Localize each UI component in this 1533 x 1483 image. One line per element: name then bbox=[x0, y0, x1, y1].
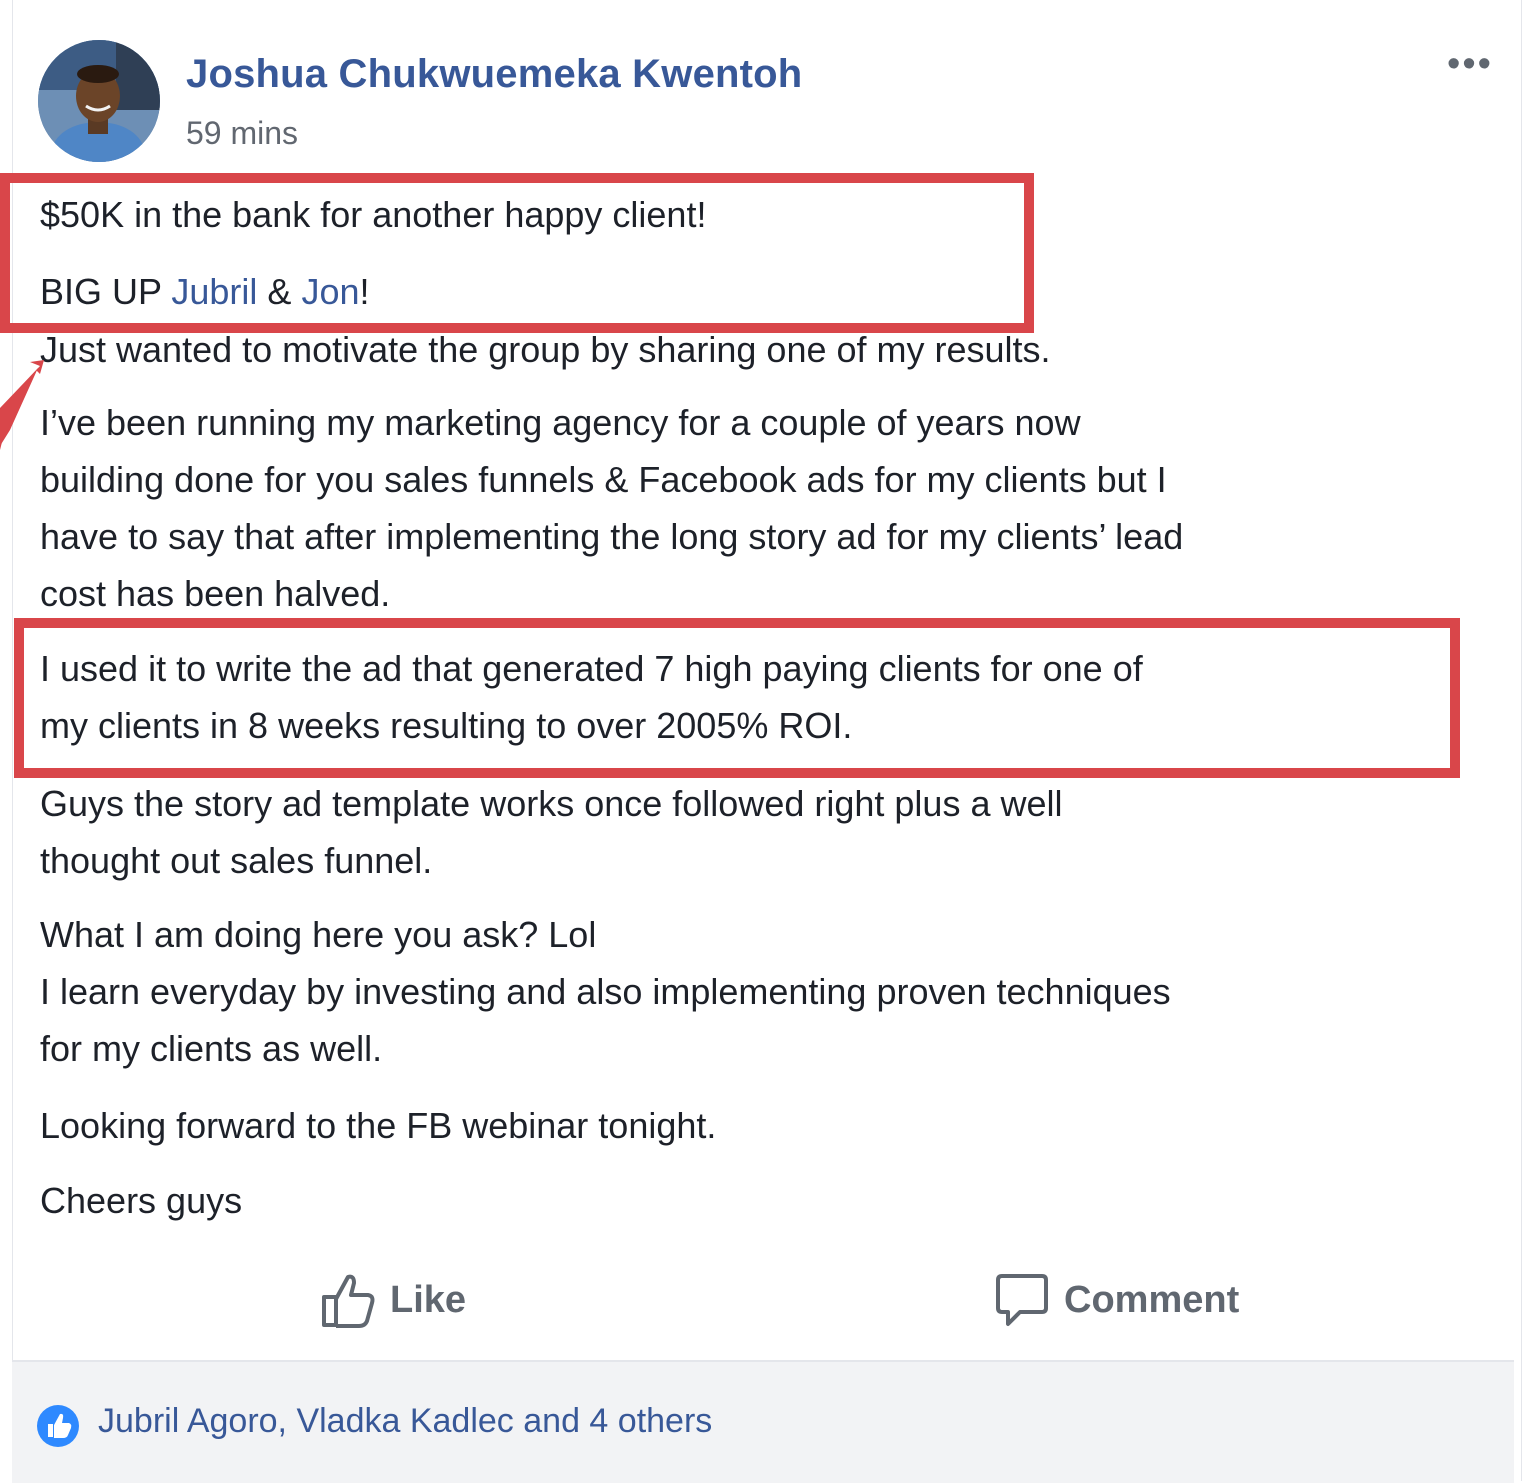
author-avatar[interactable] bbox=[38, 40, 160, 162]
more-options-icon[interactable]: ••• bbox=[1440, 44, 1500, 84]
post-paragraph-line: building done for you sales funnels & Fa… bbox=[40, 459, 1167, 500]
author-name-link[interactable]: Joshua Chukwuemeka Kwentoh bbox=[186, 52, 802, 97]
like-button[interactable]: Like bbox=[320, 1268, 466, 1332]
avatar-photo-icon bbox=[38, 40, 160, 162]
post-paragraph-line: I learn everyday by investing and also i… bbox=[40, 971, 1171, 1012]
comment-bubble-icon bbox=[996, 1274, 1048, 1326]
post-paragraph-line: cost has been halved. bbox=[40, 573, 391, 614]
thumbs-up-icon bbox=[322, 1274, 375, 1328]
post-paragraph-line: Guys the story ad template works once fo… bbox=[40, 783, 1063, 824]
arrow-pointer-icon bbox=[0, 360, 44, 450]
reactions-footer: Jubril Agoro, Vladka Kadlec and 4 others bbox=[12, 1360, 1514, 1483]
post-paragraph-line: What I am doing here you ask? Lol bbox=[40, 914, 597, 955]
post-paragraph-line: I’ve been running my marketing agency fo… bbox=[40, 402, 1081, 443]
post-paragraph-line: Looking forward to the FB webinar tonigh… bbox=[40, 1105, 717, 1146]
post-paragraph-line: for my clients as well. bbox=[40, 1028, 383, 1069]
comment-label: Comment bbox=[1064, 1278, 1240, 1321]
highlight-box-top bbox=[0, 173, 1034, 333]
comment-button[interactable]: Comment bbox=[994, 1268, 1239, 1332]
post-timestamp[interactable]: 59 mins bbox=[186, 115, 298, 152]
post-paragraph-line: have to say that after implementing the … bbox=[40, 516, 1184, 557]
post-paragraph-line: Cheers guys bbox=[40, 1180, 243, 1221]
highlight-box-roi bbox=[14, 618, 1460, 778]
like-reaction-icon bbox=[37, 1405, 79, 1447]
post-paragraph-line: thought out sales funnel. bbox=[40, 840, 433, 881]
reactors-link[interactable]: Jubril Agoro, Vladka Kadlec and 4 others bbox=[98, 1402, 712, 1441]
like-label: Like bbox=[390, 1278, 467, 1321]
